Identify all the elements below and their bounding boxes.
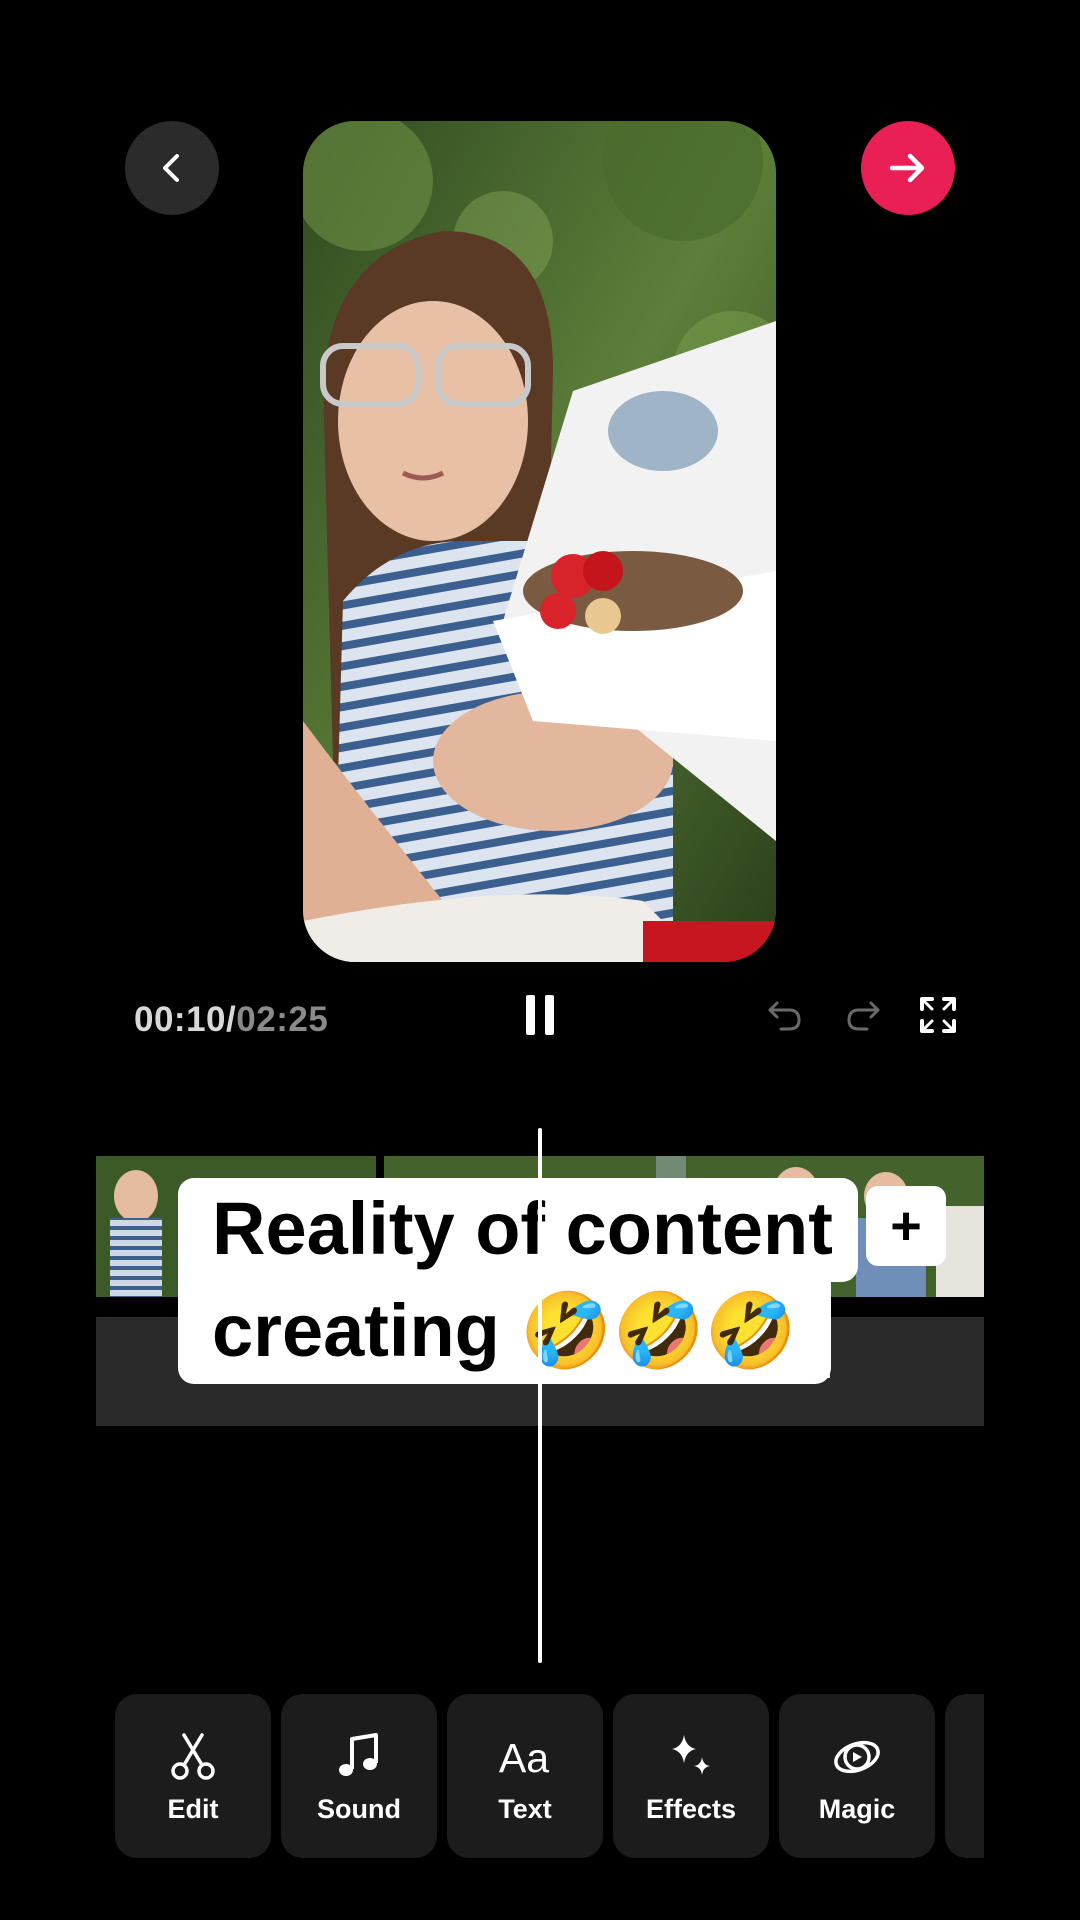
current-time: 00:10 — [134, 1000, 227, 1039]
redo-icon — [847, 1001, 880, 1031]
effects-tool-label: Effects — [645, 1793, 737, 1824]
editing-toolbar: Edit Sound Aa Text Effects Magic — [115, 1694, 984, 1858]
captions-tool-button[interactable]: Ca — [945, 1694, 984, 1858]
scissors-icon — [171, 1732, 215, 1780]
edit-tool-button[interactable]: Edit — [115, 1694, 271, 1858]
pause-button[interactable] — [515, 990, 565, 1040]
sound-tool-button[interactable]: Sound — [281, 1694, 437, 1858]
caption-line-1: Reality of content — [178, 1178, 858, 1282]
next-button[interactable] — [861, 121, 955, 215]
edit-tool-label: Edit — [167, 1793, 219, 1824]
sound-tool-label: Sound — [317, 1793, 401, 1824]
caption-overlay[interactable]: Reality of content creating 🤣🤣🤣 — [178, 1178, 858, 1384]
total-time: 02:25 — [236, 1000, 329, 1039]
timecode: 00:10/02:25 — [134, 1000, 328, 1040]
svg-text:Aa: Aa — [499, 1734, 549, 1780]
text-aa-icon: Aa — [499, 1734, 549, 1780]
video-preview[interactable] — [303, 121, 776, 962]
fullscreen-button[interactable] — [913, 990, 963, 1040]
time-separator: / — [226, 1000, 237, 1039]
magic-icon — [834, 1740, 880, 1773]
fullscreen-icon — [920, 997, 956, 1033]
chevron-left-icon — [163, 154, 179, 182]
arrow-right-icon — [889, 153, 925, 183]
back-button[interactable] — [125, 121, 219, 215]
caption-line-2: creating 🤣🤣🤣 — [178, 1280, 831, 1384]
magic-tool-label: Magic — [818, 1793, 896, 1824]
sparkle-icon — [672, 1734, 710, 1775]
effects-tool-button[interactable]: Effects — [613, 1694, 769, 1858]
magic-tool-button[interactable]: Magic — [779, 1694, 935, 1858]
add-clip-button[interactable]: + — [866, 1186, 946, 1266]
music-note-icon — [339, 1732, 378, 1776]
playhead[interactable] — [538, 1128, 542, 1663]
pause-icon — [526, 995, 554, 1035]
text-tool-label: Text — [498, 1793, 552, 1824]
undo-icon — [768, 1001, 801, 1031]
text-tool-button[interactable]: Aa Text — [447, 1694, 603, 1858]
video-frame — [303, 121, 776, 962]
redo-button[interactable] — [838, 990, 888, 1040]
undo-button[interactable] — [760, 990, 810, 1040]
